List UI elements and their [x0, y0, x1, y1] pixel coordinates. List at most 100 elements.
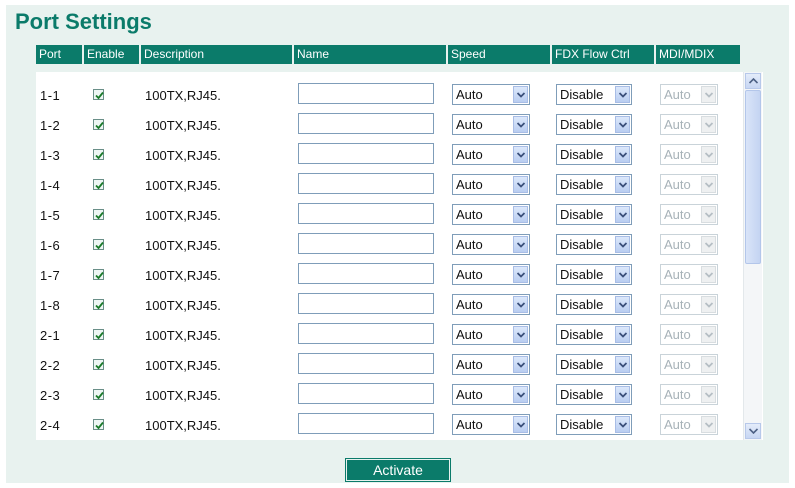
chevron-down-icon[interactable]: [513, 296, 528, 313]
speed-select[interactable]: Auto: [452, 144, 530, 165]
name-input[interactable]: [298, 263, 434, 284]
fdx-value: Disable: [560, 177, 604, 192]
enable-checkbox[interactable]: [93, 149, 104, 160]
name-input[interactable]: [298, 353, 434, 374]
scroll-down-arrow-icon[interactable]: [745, 423, 761, 439]
vertical-scrollbar[interactable]: [743, 72, 762, 440]
enable-checkbox[interactable]: [93, 119, 104, 130]
mdi-value: Auto: [664, 117, 691, 132]
chevron-down-icon[interactable]: [513, 206, 528, 223]
chevron-down-icon: [701, 206, 716, 223]
speed-value: Auto: [456, 117, 483, 132]
fdx-value: Disable: [560, 327, 604, 342]
chevron-down-icon: [701, 146, 716, 163]
name-input[interactable]: [298, 143, 434, 164]
fdx-flow-ctrl-select[interactable]: Disable: [556, 84, 632, 105]
fdx-value: Disable: [560, 387, 604, 402]
speed-select[interactable]: Auto: [452, 324, 530, 345]
activate-button[interactable]: Activate: [345, 458, 451, 482]
chevron-down-icon[interactable]: [513, 326, 528, 343]
enable-checkbox[interactable]: [93, 269, 104, 280]
speed-select[interactable]: Auto: [452, 204, 530, 225]
name-input[interactable]: [298, 383, 434, 404]
fdx-value: Disable: [560, 417, 604, 432]
speed-select[interactable]: Auto: [452, 174, 530, 195]
chevron-down-icon[interactable]: [513, 116, 528, 133]
chevron-down-icon[interactable]: [615, 206, 630, 223]
name-input[interactable]: [298, 293, 434, 314]
chevron-down-icon[interactable]: [513, 356, 528, 373]
speed-select[interactable]: Auto: [452, 264, 530, 285]
enable-checkbox[interactable]: [93, 239, 104, 250]
speed-select[interactable]: Auto: [452, 384, 530, 405]
chevron-down-icon[interactable]: [513, 416, 528, 433]
fdx-flow-ctrl-select[interactable]: Disable: [556, 354, 632, 375]
table-row: 1-4 100TX,RJ45. Auto Disable Auto: [36, 170, 741, 200]
speed-select[interactable]: Auto: [452, 84, 530, 105]
chevron-down-icon[interactable]: [615, 296, 630, 313]
enable-checkbox[interactable]: [93, 359, 104, 370]
speed-select[interactable]: Auto: [452, 234, 530, 255]
chevron-down-icon[interactable]: [513, 386, 528, 403]
fdx-flow-ctrl-select[interactable]: Disable: [556, 384, 632, 405]
enable-checkbox[interactable]: [93, 89, 104, 100]
enable-checkbox[interactable]: [93, 329, 104, 340]
fdx-value: Disable: [560, 207, 604, 222]
enable-checkbox[interactable]: [93, 179, 104, 190]
speed-select[interactable]: Auto: [452, 354, 530, 375]
chevron-down-icon[interactable]: [615, 116, 630, 133]
chevron-down-icon[interactable]: [615, 386, 630, 403]
speed-select[interactable]: Auto: [452, 294, 530, 315]
chevron-down-icon[interactable]: [615, 146, 630, 163]
chevron-down-icon[interactable]: [615, 86, 630, 103]
chevron-down-icon[interactable]: [513, 86, 528, 103]
fdx-flow-ctrl-select[interactable]: Disable: [556, 264, 632, 285]
scrollbar-thumb[interactable]: [745, 90, 761, 264]
enable-checkbox[interactable]: [93, 389, 104, 400]
fdx-flow-ctrl-select[interactable]: Disable: [556, 414, 632, 435]
fdx-flow-ctrl-select[interactable]: Disable: [556, 294, 632, 315]
enable-checkbox[interactable]: [93, 299, 104, 310]
chevron-down-icon[interactable]: [513, 146, 528, 163]
chevron-down-icon[interactable]: [513, 176, 528, 193]
chevron-down-icon[interactable]: [513, 236, 528, 253]
enable-checkbox[interactable]: [93, 419, 104, 430]
chevron-down-icon[interactable]: [615, 326, 630, 343]
table-row: 1-5 100TX,RJ45. Auto Disable Auto: [36, 200, 741, 230]
name-input[interactable]: [298, 233, 434, 254]
name-input[interactable]: [298, 323, 434, 344]
fdx-flow-ctrl-select[interactable]: Disable: [556, 174, 632, 195]
column-header-fdx-flow-ctrl: FDX Flow Ctrl: [552, 45, 656, 64]
description-text: 100TX,RJ45.: [145, 297, 221, 313]
fdx-flow-ctrl-select[interactable]: Disable: [556, 234, 632, 255]
fdx-value: Disable: [560, 267, 604, 282]
speed-select[interactable]: Auto: [452, 114, 530, 135]
fdx-flow-ctrl-select[interactable]: Disable: [556, 204, 632, 225]
speed-select[interactable]: Auto: [452, 414, 530, 435]
chevron-down-icon[interactable]: [615, 176, 630, 193]
speed-value: Auto: [456, 417, 483, 432]
name-input[interactable]: [298, 173, 434, 194]
chevron-down-icon[interactable]: [513, 266, 528, 283]
chevron-down-icon: [701, 236, 716, 253]
enable-checkbox[interactable]: [93, 209, 104, 220]
chevron-down-icon[interactable]: [615, 236, 630, 253]
name-input[interactable]: [298, 83, 434, 104]
fdx-flow-ctrl-select[interactable]: Disable: [556, 144, 632, 165]
column-header-port: Port: [36, 45, 84, 64]
fdx-flow-ctrl-select[interactable]: Disable: [556, 114, 632, 135]
chevron-down-icon[interactable]: [615, 416, 630, 433]
chevron-down-icon[interactable]: [615, 266, 630, 283]
port-label: 1-4: [40, 177, 61, 193]
name-input[interactable]: [298, 203, 434, 224]
chevron-down-icon[interactable]: [615, 356, 630, 373]
column-header-mdi-mdix: MDI/MDIX: [656, 45, 740, 64]
fdx-value: Disable: [560, 87, 604, 102]
fdx-flow-ctrl-select[interactable]: Disable: [556, 324, 632, 345]
name-input[interactable]: [298, 113, 434, 134]
description-text: 100TX,RJ45.: [145, 327, 221, 343]
name-input[interactable]: [298, 413, 434, 434]
scroll-up-arrow-icon[interactable]: [745, 73, 761, 89]
port-label: 1-2: [40, 117, 61, 133]
mdi-mdix-select: Auto: [660, 414, 718, 435]
